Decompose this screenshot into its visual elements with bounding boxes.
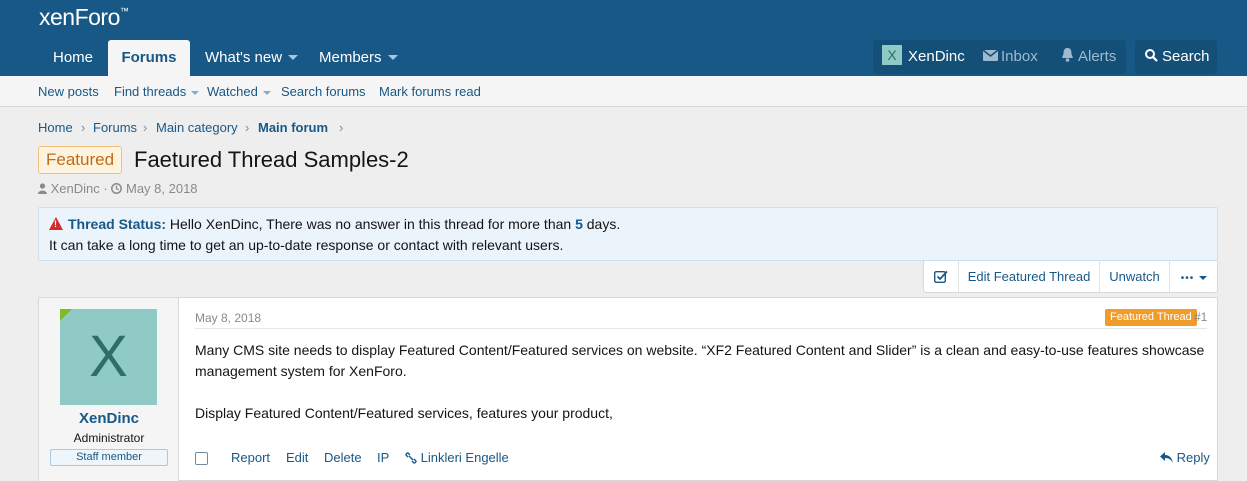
chevron-right-icon: › — [143, 120, 148, 135]
user-icon — [38, 183, 47, 195]
delete-link[interactable]: Delete — [324, 450, 362, 465]
chevron-down-icon — [191, 90, 200, 95]
edit-featured-thread-button[interactable]: Edit Featured Thread — [959, 261, 1100, 292]
post-username[interactable]: XenDinc — [39, 410, 179, 427]
sub-navigation: New posts Find threads Watched Search fo… — [0, 76, 1247, 107]
avatar[interactable]: X — [60, 309, 157, 405]
status-text: Hello XenDinc, There was no answer in th… — [169, 216, 572, 232]
thread-prefix-label: Featured — [38, 146, 123, 174]
check-square-icon — [933, 270, 948, 284]
logo-trademark: ™ — [119, 6, 129, 16]
page-title: Faetured Thread Samples-2 — [134, 147, 409, 172]
alerts-label: Alerts — [1078, 48, 1117, 65]
online-indicator — [60, 309, 72, 321]
clock-icon — [111, 183, 123, 195]
page-body: Home › Forums › Main category › Main for… — [0, 107, 1247, 481]
breadcrumb-forums[interactable]: Forums — [93, 120, 137, 135]
reply-arrow-icon — [1160, 452, 1173, 464]
breadcrumb-main-forum[interactable]: Main forum — [258, 120, 328, 135]
thread-author[interactable]: XenDinc — [51, 181, 100, 196]
site-logo[interactable]: xenForo™ — [39, 4, 129, 31]
nav-tab-label: Forums — [121, 49, 177, 66]
search-icon — [1145, 48, 1158, 62]
edit-link[interactable]: Edit — [286, 450, 308, 465]
inbox-label: Inbox — [1001, 48, 1038, 65]
breadcrumb-main-category[interactable]: Main category — [156, 120, 238, 135]
subnav-new-posts[interactable]: New posts — [38, 76, 99, 107]
warning-icon: ! — [49, 217, 63, 230]
chevron-right-icon: › — [245, 120, 250, 135]
status-text-after: days. — [586, 216, 621, 232]
nav-tab-label: Home — [53, 49, 94, 66]
subnav-watched[interactable]: Watched — [207, 76, 271, 107]
meta-separator: · — [103, 181, 108, 196]
search-button[interactable]: Search — [1135, 40, 1217, 74]
breadcrumb-home[interactable]: Home — [38, 120, 73, 135]
post-number[interactable]: #1 — [1194, 310, 1207, 324]
post-user-cell: X XenDinc Administrator Staff member — [39, 298, 179, 481]
subnav-label: Mark forums read — [379, 84, 481, 99]
chevron-down-icon — [1199, 275, 1208, 280]
report-link[interactable]: Report — [231, 450, 270, 465]
account-button[interactable]: X XenDinc — [882, 40, 965, 74]
subnav-label: New posts — [38, 84, 99, 99]
post-message: X XenDinc Administrator Staff member May… — [38, 297, 1218, 481]
user-title: Administrator — [73, 431, 145, 445]
reply-label: Reply — [1176, 450, 1210, 465]
status-line-2: It can take a long time to get an up-to-… — [49, 237, 564, 253]
nav-tab-members[interactable]: Members — [319, 40, 398, 76]
nav-tab-forums[interactable]: Forums — [108, 40, 190, 76]
thread-date[interactable]: May 8, 2018 — [126, 181, 198, 196]
post-content: Many CMS site needs to display Featured … — [195, 340, 1207, 424]
unlink-icon — [405, 451, 417, 464]
nav-tab-whats-new[interactable]: What's new — [205, 40, 299, 76]
thread-status-notice: ! Thread Status: Hello XenDinc, There was… — [38, 207, 1218, 261]
post-paragraph: Many CMS site needs to display Featured … — [195, 342, 1205, 379]
user-bar: X XenDinc Inbox Alerts — [873, 40, 1126, 74]
more-options-button[interactable]: ••• — [1170, 261, 1218, 292]
ip-link[interactable]: IP — [377, 450, 389, 465]
chevron-right-icon: › — [81, 120, 86, 135]
envelope-icon — [982, 48, 999, 61]
reply-button[interactable]: Reply — [1160, 450, 1210, 465]
block-links-link[interactable]: Linkleri Engelle — [405, 450, 509, 465]
featured-thread-badge: Featured Thread — [1105, 309, 1197, 326]
logo-text: xenForo — [39, 4, 120, 30]
thread-meta: XenDinc · May 8, 2018 — [38, 181, 198, 196]
thread-action-bar: Edit Featured Thread Unwatch ••• — [923, 261, 1218, 293]
user-avatar: X — [882, 45, 902, 66]
subnav-mark-forums-read[interactable]: Mark forums read — [379, 76, 481, 107]
status-line-1: ! Thread Status: Hello XenDinc, There was… — [49, 216, 620, 232]
nav-tab-label: Members — [319, 49, 382, 66]
staff-badge: Staff member — [50, 449, 168, 466]
bell-icon — [1062, 48, 1073, 62]
unwatch-button[interactable]: Unwatch — [1100, 261, 1170, 292]
alerts-button[interactable]: Alerts — [1061, 40, 1116, 74]
account-username: XenDinc — [908, 48, 965, 65]
subnav-label: Find threads — [114, 84, 187, 99]
block-links-label: Linkleri Engelle — [420, 450, 509, 465]
select-post-checkbox[interactable] — [195, 452, 208, 465]
inbox-button[interactable]: Inbox — [982, 40, 1038, 74]
nav-tab-label: What's new — [205, 49, 283, 66]
subnav-label: Search forums — [281, 84, 366, 99]
chevron-down-icon — [262, 90, 271, 95]
search-label: Search — [1162, 48, 1210, 65]
post-paragraph: Display Featured Content/Featured servic… — [195, 405, 613, 421]
chevron-down-icon — [288, 54, 299, 60]
status-days: 5 — [575, 216, 583, 232]
chevron-right-icon: › — [339, 120, 344, 135]
chevron-down-icon — [387, 54, 398, 60]
subnav-label: Watched — [207, 84, 258, 99]
subnav-search-forums[interactable]: Search forums — [281, 76, 366, 107]
select-thread-button[interactable] — [924, 261, 959, 292]
site-header: xenForo™ Home Forums What's new Members … — [0, 0, 1247, 76]
nav-tab-home[interactable]: Home — [53, 40, 93, 76]
subnav-find-threads[interactable]: Find threads — [114, 76, 200, 107]
divider — [195, 328, 1207, 329]
more-dots-icon: ••• — [1180, 273, 1195, 284]
status-label: Thread Status: — [68, 216, 167, 232]
post-date[interactable]: May 8, 2018 — [195, 311, 261, 325]
